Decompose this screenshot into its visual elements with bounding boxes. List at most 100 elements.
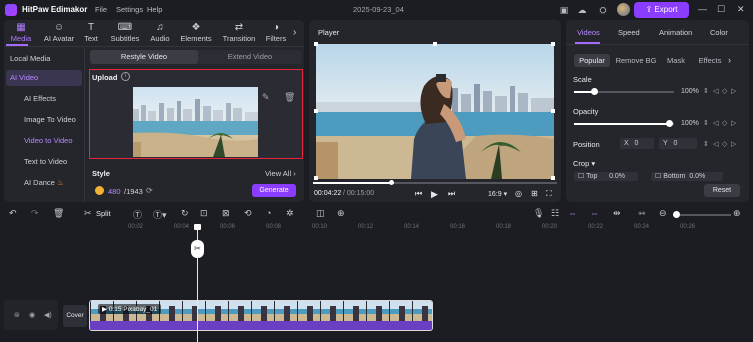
video-preview[interactable] [316, 44, 554, 179]
keyframe-next-icon[interactable]: ▷ [731, 87, 736, 95]
undo-icon[interactable]: ↶ [9, 208, 17, 219]
gift-icon[interactable]: ⛭ [597, 4, 609, 16]
playhead-handle[interactable] [194, 224, 201, 230]
reverse-icon[interactable]: ⟲ [244, 208, 252, 219]
sidebar-item-image-to-video[interactable]: Image To Video [6, 112, 82, 128]
tab-animation[interactable]: Animation [659, 28, 692, 37]
refresh-icon[interactable]: ⟳ [146, 186, 153, 195]
tab-text[interactable]: T Text [78, 22, 104, 46]
zoom-slider[interactable] [673, 214, 731, 216]
sidebar-item-local-media[interactable]: Local Media [6, 51, 82, 67]
playback-scrubber[interactable] [389, 180, 394, 185]
menu-file[interactable]: File [95, 5, 107, 14]
freeze-icon[interactable]: ✲ [286, 208, 294, 219]
zoom-slider-knob[interactable] [673, 211, 680, 218]
sidebar-item-video-to-video[interactable]: Video to Video [6, 133, 82, 149]
text-to-speech-icon[interactable]: ☷ [551, 208, 559, 219]
snapshot-icon[interactable]: ◎ [515, 189, 522, 198]
link-icon[interactable]: ⇔ [590, 208, 599, 218]
zoom-in-icon[interactable]: ⊕ [733, 208, 741, 219]
crop-tool-icon[interactable]: ⊡ [200, 208, 208, 219]
microphone-icon[interactable]: 🎙 [533, 208, 544, 219]
speed-icon[interactable]: ◔ [266, 208, 271, 218]
tab-media[interactable]: ▦ Media [5, 22, 37, 46]
resize-handle[interactable] [551, 109, 555, 113]
zoom-out-icon[interactable]: ⊖ [659, 208, 667, 219]
tab-ai-avatar[interactable]: ☺ AI Avatar [41, 22, 77, 46]
sidebar-item-ai-effects[interactable]: AI Effects [6, 91, 82, 107]
maximize-icon[interactable]: ☐ [717, 4, 725, 15]
scale-value[interactable]: 100% [681, 88, 699, 95]
avatar[interactable] [617, 3, 630, 16]
reset-button[interactable]: Reset [704, 184, 740, 197]
keyframe-prev-icon[interactable]: ◁ [713, 119, 718, 127]
resize-handle[interactable] [314, 176, 318, 180]
aspect-ratio-select[interactable]: 16:9 ▾ [488, 190, 507, 198]
tab-subtitles[interactable]: ⌨ Subtitles [107, 22, 143, 46]
tab-extend-video[interactable]: Extend Video [198, 50, 302, 64]
minimize-icon[interactable]: — [698, 4, 707, 14]
delete-icon[interactable]: 🗑 [53, 208, 64, 219]
position-y-field[interactable]: Y 0 [659, 138, 697, 149]
menu-help[interactable]: Help [147, 5, 162, 14]
video-clip[interactable]: ▶ 0:15 Pixabay_01 [89, 300, 433, 331]
rotate-icon[interactable]: ↻ [181, 208, 189, 219]
delete-icon[interactable]: 🗑 [284, 92, 295, 103]
resize-handle[interactable] [433, 42, 437, 46]
chevron-right-icon[interactable]: › [728, 55, 731, 65]
chevron-right-icon[interactable]: › [293, 27, 296, 38]
lock-track-icon[interactable]: ⊜ [14, 311, 20, 319]
next-frame-icon[interactable]: ⏭ [448, 189, 455, 199]
sidebar-item-ai-dance[interactable]: AI Dance ♨ [6, 175, 82, 191]
mute-track-icon[interactable]: ◀) [44, 311, 52, 319]
fullscreen-icon[interactable]: ⛶ [546, 189, 552, 199]
tab-filters[interactable]: ◑ Filters [262, 22, 290, 46]
keyframe-prev-icon[interactable]: ◁ [713, 140, 718, 148]
stepper-icon[interactable]: ⇕ [703, 87, 709, 95]
resize-handle[interactable] [314, 42, 318, 46]
crop-icon[interactable]: ⊞ [531, 189, 538, 198]
subtab-effects[interactable]: Effects [695, 54, 725, 67]
cloud-icon[interactable]: ☁ [576, 4, 588, 16]
playhead-split-icon[interactable]: ✂ [191, 240, 204, 258]
generate-button[interactable]: Generate [252, 184, 296, 197]
magnet-icon[interactable]: ⇔ [568, 208, 577, 218]
crop-top-field[interactable]: ☐ Top 0.0% [574, 172, 638, 181]
stepper-icon[interactable]: ⇕ [703, 119, 709, 127]
keyframe-icon[interactable]: ◇ [722, 140, 727, 148]
keyframe-next-icon[interactable]: ▷ [731, 140, 736, 148]
sidebar-item-ai-video[interactable]: AI Video [6, 70, 82, 86]
preview-link-icon[interactable]: ⇹ [613, 208, 621, 219]
tab-transition[interactable]: ⇄ Transition [219, 22, 259, 46]
hide-track-icon[interactable]: ◉ [29, 311, 35, 319]
edit-icon[interactable]: ✎ [262, 92, 270, 103]
menu-settings[interactable]: Settings [116, 5, 143, 14]
sidebar-item-text-to-video[interactable]: Text to Video [6, 154, 82, 170]
subtab-popular[interactable]: Popular [574, 54, 610, 67]
export-frame-icon[interactable]: ⊕ [337, 208, 345, 219]
fit-icon[interactable]: ⇿ [638, 208, 646, 219]
crop-section-toggle[interactable]: Crop ▾ [573, 159, 595, 168]
tab-speed[interactable]: Speed [618, 28, 640, 37]
tab-videos[interactable]: Videos [577, 28, 600, 37]
stepper-icon[interactable]: ⇕ [703, 140, 709, 148]
subtab-remove-bg[interactable]: Remove BG [614, 54, 658, 67]
scale-slider-knob[interactable] [591, 88, 598, 95]
redo-icon[interactable]: ↷ [31, 208, 39, 219]
subtab-mask[interactable]: Mask [663, 54, 689, 67]
close-icon[interactable]: ✕ [737, 4, 745, 15]
resize-handle[interactable] [551, 42, 555, 46]
opacity-slider-knob[interactable] [666, 120, 673, 127]
tab-audio[interactable]: ♫ Audio [145, 22, 175, 46]
save-icon[interactable]: ▣ [558, 4, 570, 16]
resize-handle[interactable] [314, 109, 318, 113]
keyframe-next-icon[interactable]: ▷ [731, 119, 736, 127]
mirror-icon[interactable]: ◫ [316, 208, 325, 219]
position-x-field[interactable]: X 0 [620, 138, 654, 149]
keyframe-icon[interactable]: ◇ [722, 87, 727, 95]
text-tool-icon[interactable]: Ⓣ [133, 208, 142, 221]
split-label[interactable]: Split [96, 209, 111, 218]
opacity-value[interactable]: 100% [681, 120, 699, 127]
resize-tool-icon[interactable]: ⊠ [222, 208, 230, 219]
cover-button[interactable]: Cover [63, 305, 87, 327]
